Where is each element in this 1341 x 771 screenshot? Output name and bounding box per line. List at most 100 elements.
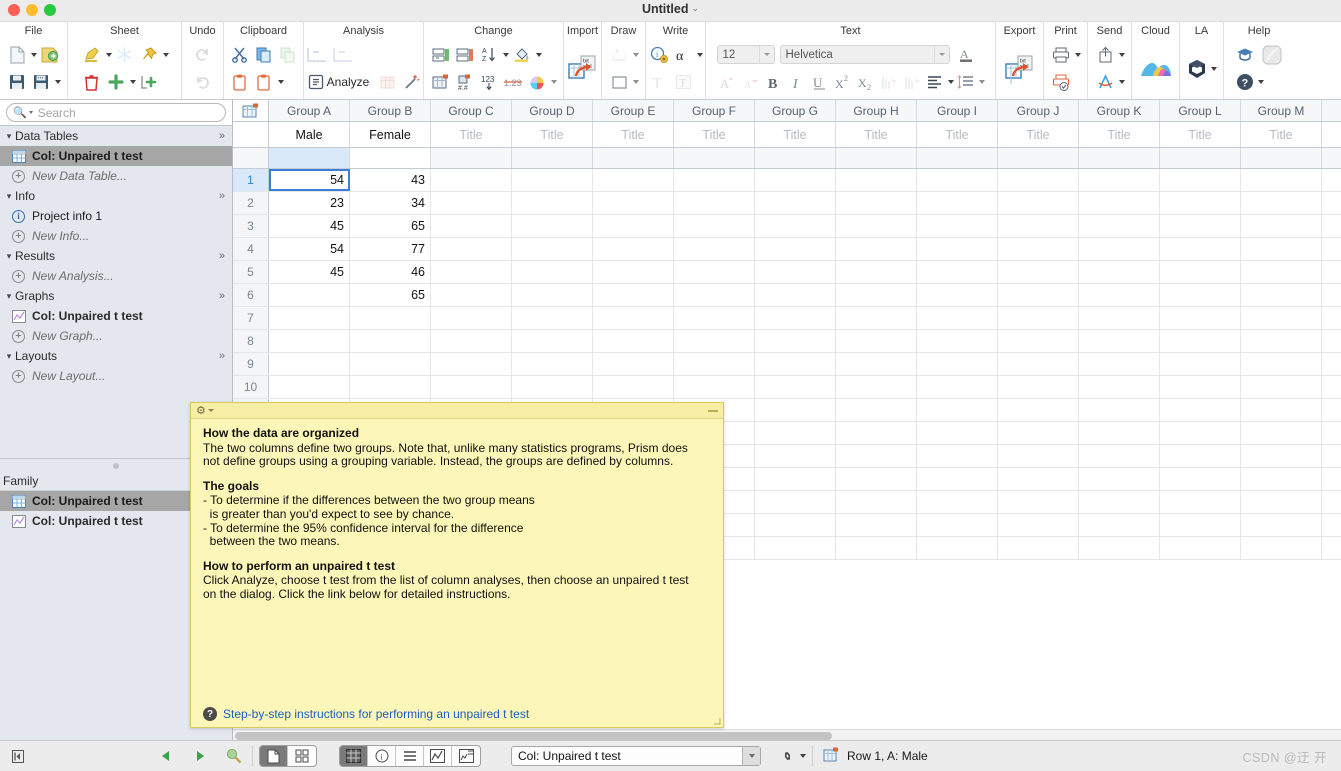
subscript-button[interactable]: X2 — [855, 70, 877, 94]
strikethrough-number-button[interactable]: 1.23 — [502, 70, 524, 94]
nav-section-graphs[interactable]: ▾ Graphs » — [0, 286, 232, 306]
data-cell-7-I[interactable] — [917, 307, 998, 329]
data-cell-8-A[interactable] — [269, 330, 350, 352]
column-header-group-e[interactable]: Group E — [593, 100, 674, 121]
step-by-step-instructions-link[interactable]: Step-by-step instructions for performing… — [223, 707, 529, 721]
data-cell-4-I[interactable] — [917, 238, 998, 260]
print-caret-icon[interactable] — [1075, 52, 1081, 57]
column-title-input-12[interactable]: Title — [1241, 122, 1322, 147]
link-caret-icon[interactable] — [800, 754, 806, 758]
italic-button[interactable]: I — [786, 70, 808, 94]
data-cell-5-J[interactable] — [998, 261, 1079, 283]
copy-button[interactable] — [253, 43, 275, 67]
save-button[interactable] — [6, 70, 28, 94]
grid-view-button[interactable] — [288, 746, 316, 766]
increase-font-size-button[interactable]: A — [717, 70, 739, 94]
color-scheme-caret-icon[interactable] — [551, 80, 557, 85]
superscript-button[interactable]: X2 — [832, 70, 854, 94]
data-cell-5-B[interactable]: 46 — [350, 261, 431, 283]
first-sheet-button[interactable] — [6, 746, 30, 767]
nav-section-layouts-expand-icon[interactable]: » — [219, 350, 225, 362]
data-cell-2-G[interactable] — [755, 192, 836, 214]
new-file-caret-icon[interactable] — [31, 52, 37, 57]
data-cell-3-L[interactable] — [1160, 215, 1241, 237]
data-cell-7-A[interactable] — [269, 307, 350, 329]
data-cell-3-F[interactable] — [674, 215, 755, 237]
sheet-corner-button[interactable] — [233, 100, 269, 121]
sidebar-item-new-graph[interactable]: + New Graph... — [0, 326, 232, 346]
export-data-button[interactable]: txtxml — [1004, 47, 1036, 91]
info-view-button[interactable]: i — [368, 746, 396, 766]
data-cell-13-L[interactable] — [1160, 445, 1241, 467]
data-cell-6-B[interactable]: 65 — [350, 284, 431, 306]
print-preview-button[interactable] — [1050, 70, 1072, 94]
data-cell-3-A[interactable]: 45 — [269, 215, 350, 237]
data-cell-11-M[interactable] — [1241, 399, 1322, 421]
column-title-input-5[interactable]: Title — [674, 122, 755, 147]
data-cell-6-K[interactable] — [1079, 284, 1160, 306]
duplicate-button[interactable] — [277, 43, 299, 67]
data-cell-2-D[interactable] — [512, 192, 593, 214]
subcolumn-cell-8[interactable] — [917, 148, 998, 168]
data-cell-12-L[interactable] — [1160, 422, 1241, 444]
data-cell-14-K[interactable] — [1079, 468, 1160, 490]
data-cell-1-I[interactable] — [917, 169, 998, 191]
collapse-note-button[interactable] — [708, 409, 718, 412]
data-cell-2-K[interactable] — [1079, 192, 1160, 214]
row-header-7[interactable]: 7 — [233, 307, 269, 329]
data-cell-15-M[interactable] — [1241, 491, 1322, 513]
data-cell-15-G[interactable] — [755, 491, 836, 513]
data-cell-9-L[interactable] — [1160, 353, 1241, 375]
subcolumn-cell-9[interactable] — [998, 148, 1079, 168]
data-cell-2-A[interactable]: 23 — [269, 192, 350, 214]
data-cell-6-M[interactable] — [1241, 284, 1322, 306]
transform-table-button[interactable] — [430, 70, 452, 94]
table-row[interactable]: 4 54 77 — [233, 238, 1341, 261]
paste-special-button[interactable] — [253, 70, 275, 94]
analyze-button[interactable]: Analyze — [305, 71, 375, 93]
column-header-group-m[interactable]: Group M — [1241, 100, 1322, 121]
data-cell-8-M[interactable] — [1241, 330, 1322, 352]
open-file-button[interactable] — [39, 43, 61, 67]
data-cell-3-H[interactable] — [836, 215, 917, 237]
sheet-horizontal-scrollbar[interactable] — [233, 729, 1341, 740]
column-header-group-h[interactable]: Group H — [836, 100, 917, 121]
subcolumn-cell-2[interactable] — [431, 148, 512, 168]
data-cell-2-L[interactable] — [1160, 192, 1241, 214]
data-cell-9-K[interactable] — [1079, 353, 1160, 375]
draw-rect-caret-icon[interactable] — [633, 80, 639, 85]
data-cell-4-C[interactable] — [431, 238, 512, 260]
search-scope-caret-icon[interactable] — [28, 111, 33, 114]
sidebar-item-project-info-1[interactable]: i Project info 1 — [0, 206, 232, 226]
decrease-font-size-button[interactable]: A — [740, 70, 762, 94]
column-header-group-j[interactable]: Group J — [998, 100, 1079, 121]
send-to-app-button[interactable] — [1094, 70, 1116, 94]
data-cell-1-L[interactable] — [1160, 169, 1241, 191]
data-cell-9-B[interactable] — [350, 353, 431, 375]
table-row[interactable]: 5 45 46 — [233, 261, 1341, 284]
data-cell-7-C[interactable] — [431, 307, 512, 329]
move-column-left-button[interactable] — [430, 43, 452, 67]
data-cell-9-M[interactable] — [1241, 353, 1322, 375]
column-title-input-7[interactable]: Title — [836, 122, 917, 147]
pin-sheet-button[interactable] — [138, 43, 160, 67]
note-link-row[interactable]: ? Step-by-step instructions for performi… — [191, 701, 723, 727]
sidebar-item-new-layout[interactable]: + New Layout... — [0, 366, 232, 386]
data-cell-8-H[interactable] — [836, 330, 917, 352]
data-cell-15-H[interactable] — [836, 491, 917, 513]
data-cell-3-K[interactable] — [1079, 215, 1160, 237]
table-row[interactable]: 8 — [233, 330, 1341, 353]
data-cell-2-E[interactable] — [593, 192, 674, 214]
gear-icon[interactable]: ⚙ — [196, 404, 206, 417]
table-row[interactable]: 2 23 34 — [233, 192, 1341, 215]
help-caret-icon[interactable] — [1258, 80, 1264, 85]
data-cell-17-J[interactable] — [998, 537, 1079, 559]
extrapolate-button[interactable] — [331, 43, 355, 67]
data-cell-14-J[interactable] — [998, 468, 1079, 490]
data-cell-3-G[interactable] — [755, 215, 836, 237]
view-mode-segmented-control[interactable] — [259, 745, 317, 767]
sheet-selector-dropdown[interactable]: Col: Unpaired t test — [511, 746, 761, 766]
table-row[interactable]: 1 54 43 — [233, 169, 1341, 192]
data-cell-3-I[interactable] — [917, 215, 998, 237]
insert-symbol-caret-icon[interactable] — [697, 52, 703, 57]
